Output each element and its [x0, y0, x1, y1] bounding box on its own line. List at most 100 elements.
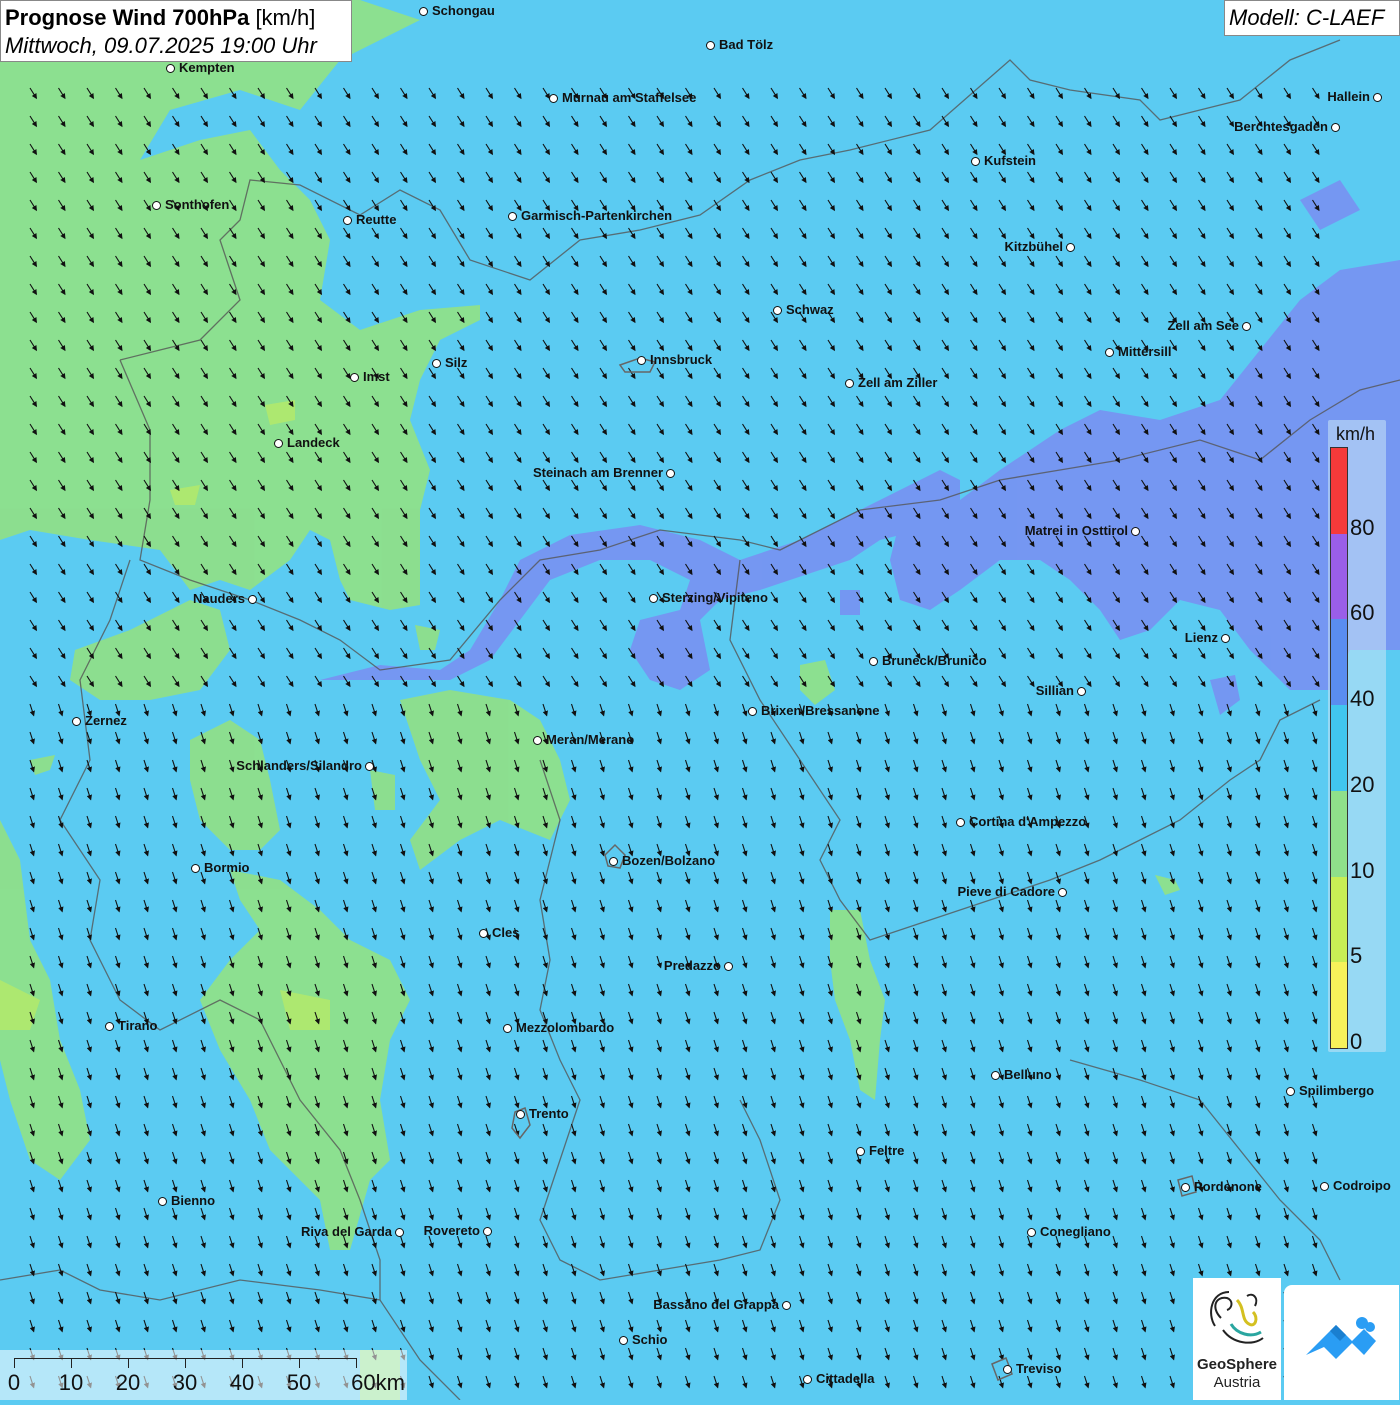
city-label: Mittersill — [1118, 344, 1172, 359]
city-label: Murnau am Staffelsee — [562, 90, 697, 105]
title-line: Prognose Wind 700hPa [km/h] — [5, 4, 347, 32]
city-label: Conegliano — [1040, 1224, 1111, 1239]
city-marker — [845, 379, 854, 388]
city-marker — [395, 1228, 404, 1237]
city-marker — [166, 64, 175, 73]
city-label: Bassano del Grappa — [653, 1297, 779, 1312]
forecast-datetime: Mittwoch, 09.07.2025 19:00 Uhr — [5, 33, 317, 58]
scale-label: 30 — [172, 1370, 198, 1395]
city-label: Pordenone — [1194, 1179, 1262, 1194]
city-marker — [516, 1110, 525, 1119]
city-label: Zernez — [85, 713, 127, 728]
city-marker — [549, 94, 558, 103]
scale-label: 40 — [229, 1370, 255, 1395]
city-marker — [1066, 243, 1075, 252]
city-marker — [1286, 1087, 1295, 1096]
city-marker — [803, 1375, 812, 1384]
city-label: Bormio — [204, 860, 250, 875]
city-marker — [706, 41, 715, 50]
legend-unit: km/h — [1336, 424, 1376, 444]
city-label: Mezzolombardo — [516, 1020, 615, 1035]
city-label: Brixen/Bressanone — [761, 703, 880, 718]
city-marker — [1027, 1228, 1036, 1237]
city-label: Innsbruck — [650, 352, 713, 367]
legend-color-segment — [1331, 448, 1347, 534]
city-label: Cles — [492, 925, 520, 940]
city-label: Schlanders/Silandro — [236, 758, 362, 773]
city-label: Hallein — [1327, 89, 1370, 104]
city-marker — [72, 717, 81, 726]
city-label: Silz — [445, 355, 468, 370]
city-marker — [869, 657, 878, 666]
legend-color-segment — [1331, 619, 1347, 706]
city-label: Feltre — [869, 1143, 905, 1158]
city-marker — [724, 962, 733, 971]
city-marker — [419, 7, 428, 16]
city-label: Sonthofen — [165, 197, 230, 212]
city-label: Schio — [632, 1332, 668, 1347]
city-label: Bad Tölz — [719, 37, 774, 52]
city-label: Reutte — [356, 212, 397, 227]
scale-label: 50 — [286, 1370, 312, 1395]
city-label: Imst — [363, 369, 390, 384]
scale-tick — [299, 1358, 300, 1368]
city-label: Treviso — [1016, 1361, 1062, 1376]
city-marker — [856, 1147, 865, 1156]
legend-tick-label: 10 — [1350, 857, 1375, 883]
city-marker — [503, 1024, 512, 1033]
city-marker — [782, 1301, 791, 1310]
legend-tick-label: 40 — [1350, 686, 1375, 712]
city-marker — [666, 469, 675, 478]
city-marker — [248, 595, 257, 604]
city-marker — [191, 864, 200, 873]
color-legend: km/h 0 5 10 20 40 60 80 — [1328, 420, 1386, 1054]
legend-color-segment — [1331, 790, 1347, 877]
city-label: Cortina d'Ampezzo — [969, 814, 1087, 829]
scale-tick — [14, 1358, 15, 1368]
geosphere-logo: GeoSphere Austria — [1193, 1278, 1281, 1400]
city-label: Meran/Merano — [546, 732, 635, 747]
city-marker — [105, 1022, 114, 1031]
city-marker — [152, 201, 161, 210]
legend-tick-label: 0 — [1350, 1029, 1363, 1054]
city-marker — [748, 707, 757, 716]
city-marker — [365, 762, 374, 771]
city-marker — [1221, 634, 1230, 643]
city-label: Garmisch-Partenkirchen — [521, 208, 673, 223]
scale-tick — [242, 1358, 243, 1368]
city-label: Kufstein — [984, 153, 1036, 168]
city-label: Schongau — [432, 3, 495, 18]
city-marker — [350, 373, 359, 382]
city-marker — [479, 929, 488, 938]
model-label: Modell: C-LAEF — [1224, 0, 1400, 36]
city-marker — [609, 857, 618, 866]
city-label: Bozen/Bolzano — [622, 853, 716, 868]
city-label: Predazzo — [663, 958, 721, 973]
legend-color-segment — [1331, 533, 1347, 620]
title-box: Prognose Wind 700hPa [km/h] Mittwoch, 09… — [0, 0, 352, 62]
city-marker — [1058, 888, 1067, 897]
city-label: Belluno — [1004, 1067, 1052, 1082]
scale-label: 60km — [351, 1370, 405, 1395]
map-title: Prognose Wind 700hPa — [5, 5, 250, 30]
map-unit: [km/h] — [255, 5, 316, 30]
scale-bar: 0 10 20 30 40 50 60km — [0, 1350, 407, 1400]
city-marker — [1077, 687, 1086, 696]
city-marker — [956, 818, 965, 827]
city-marker — [1003, 1365, 1012, 1374]
city-marker — [1242, 322, 1251, 331]
city-label: Berchtesgaden — [1234, 119, 1328, 134]
scale-tick — [185, 1358, 186, 1368]
city-marker — [432, 359, 441, 368]
scale-tick — [71, 1358, 72, 1368]
city-label: Kempten — [179, 60, 235, 75]
city-label: Codroipo — [1333, 1178, 1391, 1193]
city-marker — [773, 306, 782, 315]
legend-tick-label: 20 — [1350, 771, 1375, 797]
city-label: Riva del Garda — [300, 1224, 392, 1239]
scale-tick — [356, 1358, 357, 1368]
city-marker — [533, 736, 542, 745]
city-marker — [1181, 1183, 1190, 1192]
city-label: Landeck — [287, 435, 340, 450]
city-marker — [991, 1071, 1000, 1080]
